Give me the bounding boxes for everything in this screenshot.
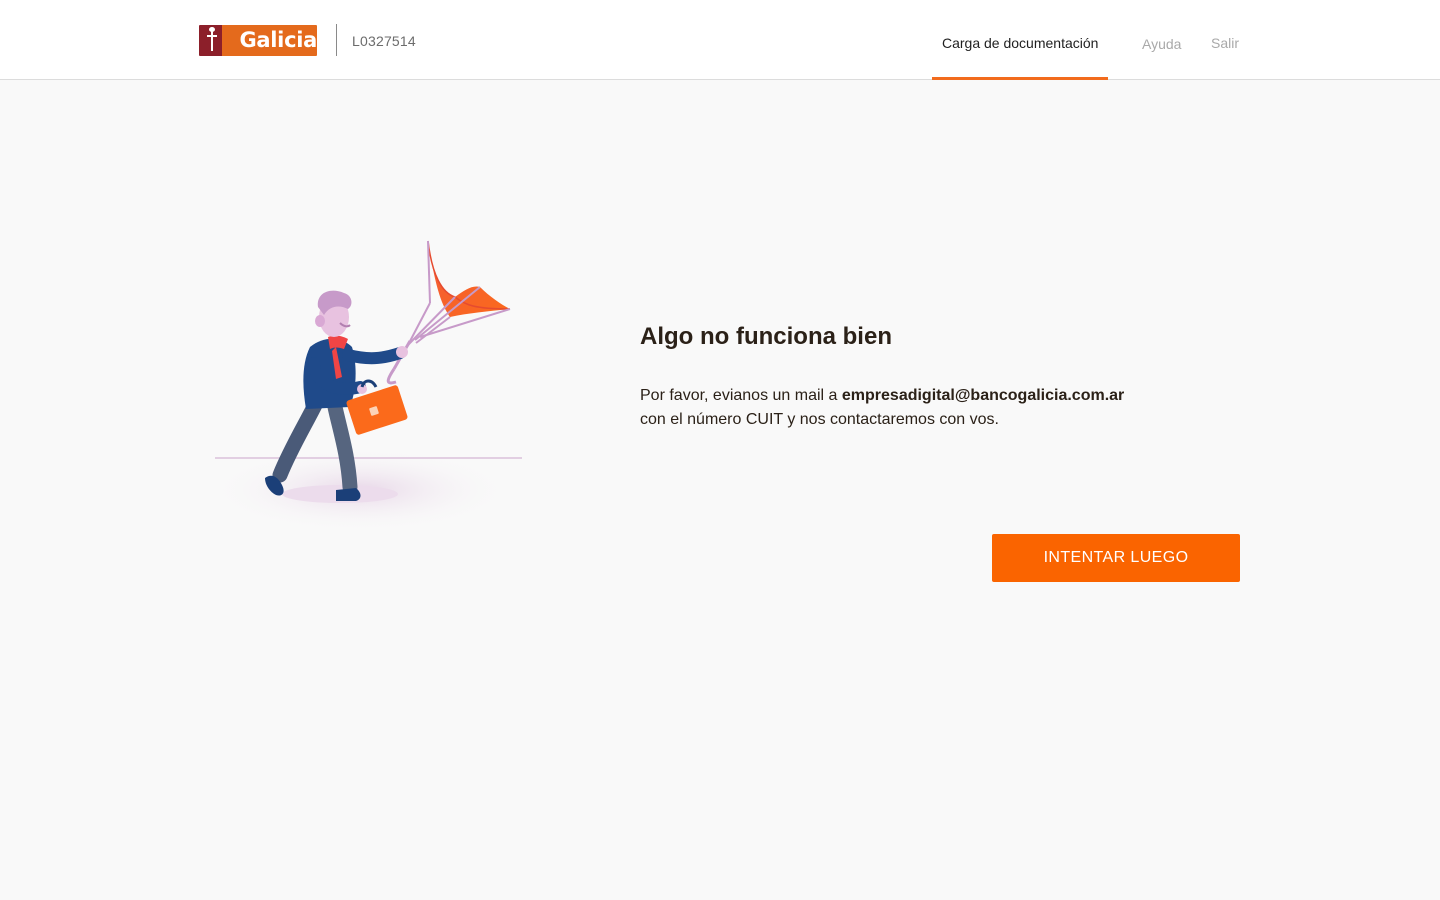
error-description: Por favor, evianos un mail a empresadigi… — [640, 384, 1200, 432]
support-email: empresadigital@bancogalicia.com.ar — [841, 387, 1125, 404]
logo-text: Galicia — [222, 25, 317, 56]
description-line2: con el número CUIT y nos contactaremos c… — [640, 411, 999, 428]
header-divider — [336, 24, 337, 56]
tab-carga-documentacion[interactable]: Carga de documentación — [942, 35, 1098, 51]
user-code: L0327514 — [352, 33, 416, 49]
galicia-cross-icon — [199, 25, 223, 56]
error-title: Algo no funciona bien — [640, 323, 892, 350]
galicia-logo[interactable]: Galicia — [199, 25, 317, 56]
retry-later-button[interactable]: INTENTAR LUEGO — [992, 534, 1240, 582]
description-prefix: Por favor, evianos un mail a — [640, 387, 842, 404]
top-header: Galicia L0327514 Carga de documentación … — [0, 0, 1440, 80]
man-with-broken-umbrella-illustration — [210, 235, 530, 535]
nav-help-link[interactable]: Ayuda — [1142, 36, 1181, 52]
nav-exit-link[interactable]: Salir — [1211, 35, 1239, 51]
active-tab-indicator — [932, 77, 1108, 80]
